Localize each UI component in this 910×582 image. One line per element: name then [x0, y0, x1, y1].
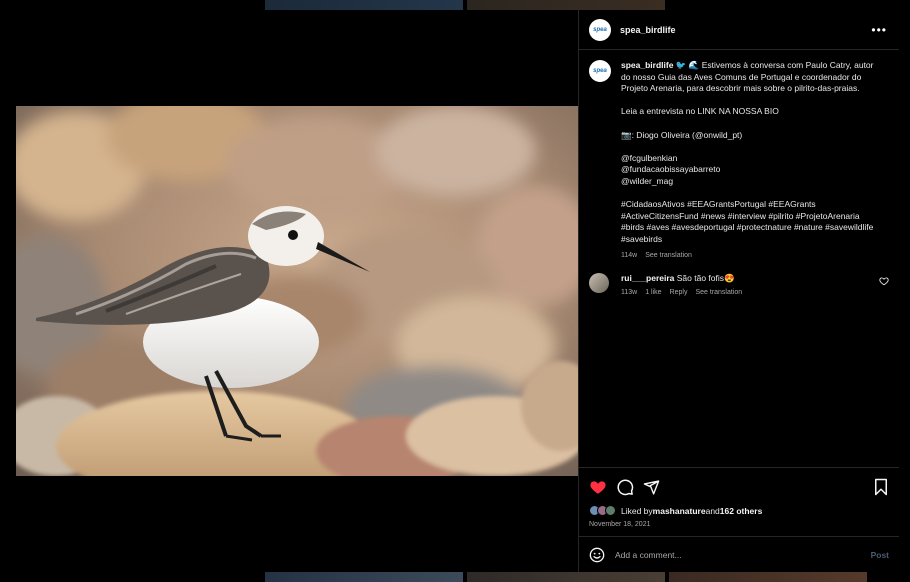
comments-area[interactable]: spea spea_birdlife 🐦 🌊 Estivemos à conve…: [579, 50, 899, 467]
feed-thumbnail[interactable]: [467, 572, 665, 582]
post-actions: Liked by mashanature and 162 others Nove…: [579, 467, 899, 572]
bookmark-icon[interactable]: [873, 478, 889, 496]
post-header: spea spea_birdlife •••: [579, 10, 899, 50]
comment-icon[interactable]: [616, 478, 634, 496]
post-details-panel: spea spea_birdlife ••• spea spea_birdlif…: [578, 10, 899, 572]
caption-username[interactable]: spea_birdlife: [621, 60, 673, 70]
action-bar: [589, 476, 889, 498]
caption: spea_birdlife 🐦 🌊 Estivemos à conversa c…: [621, 60, 885, 261]
liker-avatars: [589, 505, 616, 516]
caption-meta: 114w See translation: [621, 250, 885, 262]
comment: rui___pereira São tão fofis😍 113w 1 like…: [589, 273, 889, 296]
avatar[interactable]: spea: [589, 18, 611, 41]
liker-username[interactable]: mashanature: [653, 506, 706, 516]
likes-prefix: Liked by: [621, 505, 653, 516]
add-comment-bar: Post: [579, 536, 899, 572]
heart-icon[interactable]: [589, 478, 607, 496]
see-translation-link[interactable]: See translation: [695, 289, 742, 296]
post-username[interactable]: spea_birdlife: [620, 25, 676, 35]
feed-thumbnail[interactable]: [669, 572, 867, 582]
post-date: November 18, 2021: [589, 521, 651, 528]
comment-text: rui___pereira São tão fofis😍: [621, 273, 879, 284]
likes-summary[interactable]: Liked by mashanature and 162 others: [589, 505, 889, 516]
see-translation-link[interactable]: See translation: [645, 250, 692, 262]
like-comment-heart-icon[interactable]: [879, 276, 889, 286]
comment-likes[interactable]: 1 like: [645, 289, 661, 296]
spea-logo: spea: [593, 68, 607, 74]
spea-logo: spea: [593, 26, 607, 33]
feed-thumbnail[interactable]: [467, 0, 665, 10]
caption-text: 📷: Diogo Oliveira (@onwild_pt): [621, 129, 743, 140]
mention-link[interactable]: @fundacaobissayabarreto: [621, 164, 885, 176]
caption-text: Leia a entrevista no LINK NA NOSSA BIO: [621, 106, 779, 117]
add-comment-input[interactable]: [615, 549, 871, 560]
emoji-icon[interactable]: [589, 547, 605, 563]
avatar[interactable]: spea: [589, 60, 611, 82]
feed-thumbnail[interactable]: [265, 572, 463, 582]
likes-others[interactable]: 162 others: [720, 506, 763, 516]
feed-thumbnail[interactable]: [265, 0, 463, 10]
comment-username[interactable]: rui___pereira: [621, 273, 674, 283]
sanderling-photo: [16, 106, 578, 476]
avatar: [605, 505, 616, 516]
more-options-icon[interactable]: •••: [871, 24, 887, 36]
caption-age: 114w: [621, 251, 638, 259]
likes-middle: and: [705, 505, 720, 516]
post-button[interactable]: Post: [871, 550, 889, 560]
mention-link[interactable]: @fcgulbenkian: [621, 153, 885, 165]
mention-link[interactable]: @wilder_mag: [621, 176, 885, 188]
share-icon[interactable]: [643, 479, 660, 496]
comment-meta: 113w 1 like Reply See translation: [621, 289, 879, 296]
avatar[interactable]: [589, 273, 609, 294]
caption-row: spea spea_birdlife 🐦 🌊 Estivemos à conve…: [589, 60, 889, 261]
reply-button[interactable]: Reply: [670, 289, 688, 296]
hashtags[interactable]: #CidadaosAtivos #EEAGrantsPortugal #EEAG…: [621, 199, 885, 245]
comment-body: rui___pereira São tão fofis😍 113w 1 like…: [621, 273, 879, 296]
post-photo[interactable]: [16, 106, 578, 476]
comment-content: São tão fofis😍: [674, 273, 735, 284]
comment-age: 113w: [621, 289, 638, 297]
